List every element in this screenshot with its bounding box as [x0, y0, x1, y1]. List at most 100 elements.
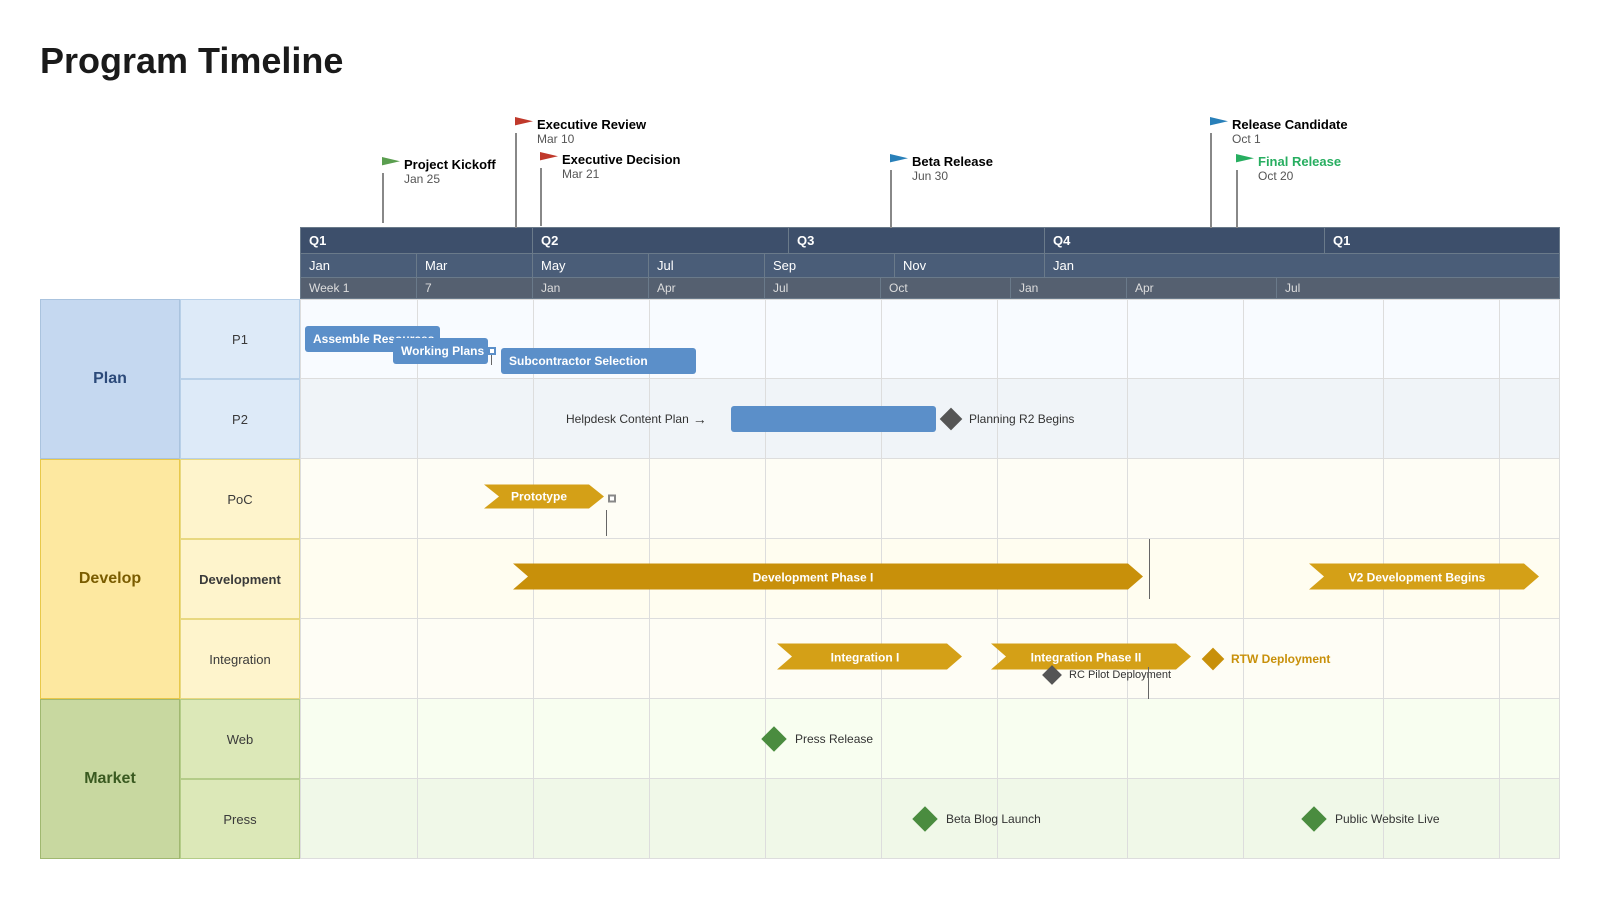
- labels-area: Plan P1 P2 Develop PoC Development Integ…: [40, 299, 300, 859]
- vline: [1383, 699, 1384, 778]
- connector-v: [491, 355, 492, 365]
- market-group: Market Web Press: [40, 699, 300, 859]
- vline: [417, 779, 418, 858]
- rc-pilot-diamond: [1042, 665, 1062, 685]
- vline: [1243, 539, 1244, 618]
- p2-row: Helpdesk Content Plan → Planning R2 Begi…: [300, 379, 1560, 459]
- milestone-final-release: Final Release Oct 20: [1236, 154, 1341, 228]
- p1-label: P1: [180, 299, 300, 379]
- plan-group: Plan P1 P2: [40, 299, 300, 459]
- dev-row: Development Phase I V2 Development Begin…: [300, 539, 1560, 619]
- vline: [997, 300, 998, 378]
- rtw-diamond: [1202, 647, 1225, 670]
- prototype-end: [608, 495, 616, 503]
- milestone-project-kickoff: Project Kickoff Jan 25: [382, 157, 496, 223]
- jul-w-cell: Jul: [765, 278, 881, 298]
- planning-r2-label: Planning R2 Begins: [969, 412, 1074, 426]
- vline: [1243, 300, 1244, 378]
- grid-area: Plan P1 P2 Develop PoC Development Integ…: [40, 299, 1560, 859]
- nov-cell: Nov: [895, 254, 1045, 277]
- beta-release-label: Beta Release: [912, 154, 993, 169]
- press-release-label: Press Release: [795, 732, 873, 746]
- exec-review-label: Executive Review: [537, 117, 646, 132]
- p2-bar: [731, 406, 936, 432]
- vline: [881, 459, 882, 538]
- vline: [881, 699, 882, 778]
- p1-row: Assemble Resources Working Plans Subcont…: [300, 299, 1560, 379]
- press-label: Press: [180, 779, 300, 859]
- dev-int-connector: [1149, 539, 1150, 599]
- press-release-diamond: [761, 726, 786, 751]
- rc-label: Release Candidate: [1232, 117, 1348, 132]
- rtw-label: RTW Deployment: [1231, 652, 1330, 666]
- vline: [1499, 300, 1500, 378]
- final-release-label: Final Release: [1258, 154, 1341, 169]
- vline: [649, 779, 650, 858]
- q3-cell: Q3: [789, 228, 1045, 253]
- jan2-w-cell: Jan: [1011, 278, 1127, 298]
- vline: [1383, 379, 1384, 458]
- vline: [1243, 779, 1244, 858]
- rc-pilot-label: RC Pilot Deployment: [1069, 669, 1171, 681]
- planning-r2-group: Planning R2 Begins: [943, 411, 1074, 427]
- jan-w-cell: Jan: [533, 278, 649, 298]
- jan-cell: Jan: [301, 254, 417, 277]
- may-cell: May: [533, 254, 649, 277]
- mar-cell: Mar: [417, 254, 533, 277]
- integration-row: Integration I Integration Phase II RC Pi…: [300, 619, 1560, 699]
- vline: [1127, 379, 1128, 458]
- page-title: Program Timeline: [40, 40, 1560, 82]
- market-sublabels: Web Press: [180, 699, 300, 859]
- public-website-group: Public Website Live: [1305, 810, 1440, 828]
- svg-text:Prototype: Prototype: [511, 489, 567, 503]
- p2-label: P2: [180, 379, 300, 459]
- jul2-w-cell: Jul: [1277, 278, 1559, 298]
- month-row: Jan Mar May Jul Sep Nov Jan: [300, 254, 1560, 278]
- timeline-container: Project Kickoff Jan 25 Executive Review …: [40, 112, 1560, 859]
- vline: [1127, 699, 1128, 778]
- vline: [765, 300, 766, 378]
- vline: [1243, 699, 1244, 778]
- q1-cell: Q1: [301, 228, 533, 253]
- vline: [533, 699, 534, 778]
- kickoff-date: Jan 25: [404, 172, 496, 186]
- vline: [533, 779, 534, 858]
- v2-dev-bar: V2 Development Begins: [1309, 561, 1549, 596]
- beta-blog-label: Beta Blog Launch: [946, 812, 1041, 826]
- vline: [1243, 459, 1244, 538]
- vline: [881, 300, 882, 378]
- vline: [1499, 699, 1500, 778]
- poc-connector: [606, 510, 607, 536]
- poc-row: Prototype: [300, 459, 1560, 539]
- vline: [1499, 779, 1500, 858]
- plan-group-label: Plan: [40, 299, 180, 459]
- helpdesk-content-plan: Helpdesk Content Plan →: [566, 411, 707, 427]
- apr2-w-cell: Apr: [1127, 278, 1277, 298]
- dev-phase1-bar: Development Phase I: [513, 561, 1153, 596]
- exec-review-date: Mar 10: [537, 132, 646, 146]
- develop-sublabels: PoC Development Integration: [180, 459, 300, 699]
- vline: [649, 619, 650, 698]
- apr-w-cell: Apr: [649, 278, 765, 298]
- vline: [1243, 379, 1244, 458]
- development-label: Development: [180, 539, 300, 619]
- vline: [417, 539, 418, 618]
- header-rows: Q1 Q2 Q3 Q4 Q1 Jan Mar May Jul Sep Nov J…: [300, 227, 1560, 299]
- milestone-beta-release: Beta Release Jun 30: [890, 154, 993, 228]
- plan-sublabels: P1 P2: [180, 299, 300, 459]
- vline: [881, 779, 882, 858]
- rc-date: Oct 1: [1232, 132, 1348, 146]
- public-website-label: Public Website Live: [1335, 812, 1440, 826]
- vline: [417, 379, 418, 458]
- press-release-group: Press Release: [765, 730, 873, 748]
- q4-cell: Q4: [1045, 228, 1325, 253]
- vline: [1499, 619, 1500, 698]
- jul-cell: Jul: [649, 254, 765, 277]
- vline: [1127, 459, 1128, 538]
- vline: [533, 379, 534, 458]
- week-row: Week 1 7 Jan Apr Jul Oct Jan Apr Jul: [300, 278, 1560, 299]
- kickoff-label: Project Kickoff: [404, 157, 496, 172]
- milestone-executive-decision: Executive Decision Mar 21: [540, 152, 681, 226]
- market-group-label: Market: [40, 699, 180, 859]
- sep-cell: Sep: [765, 254, 895, 277]
